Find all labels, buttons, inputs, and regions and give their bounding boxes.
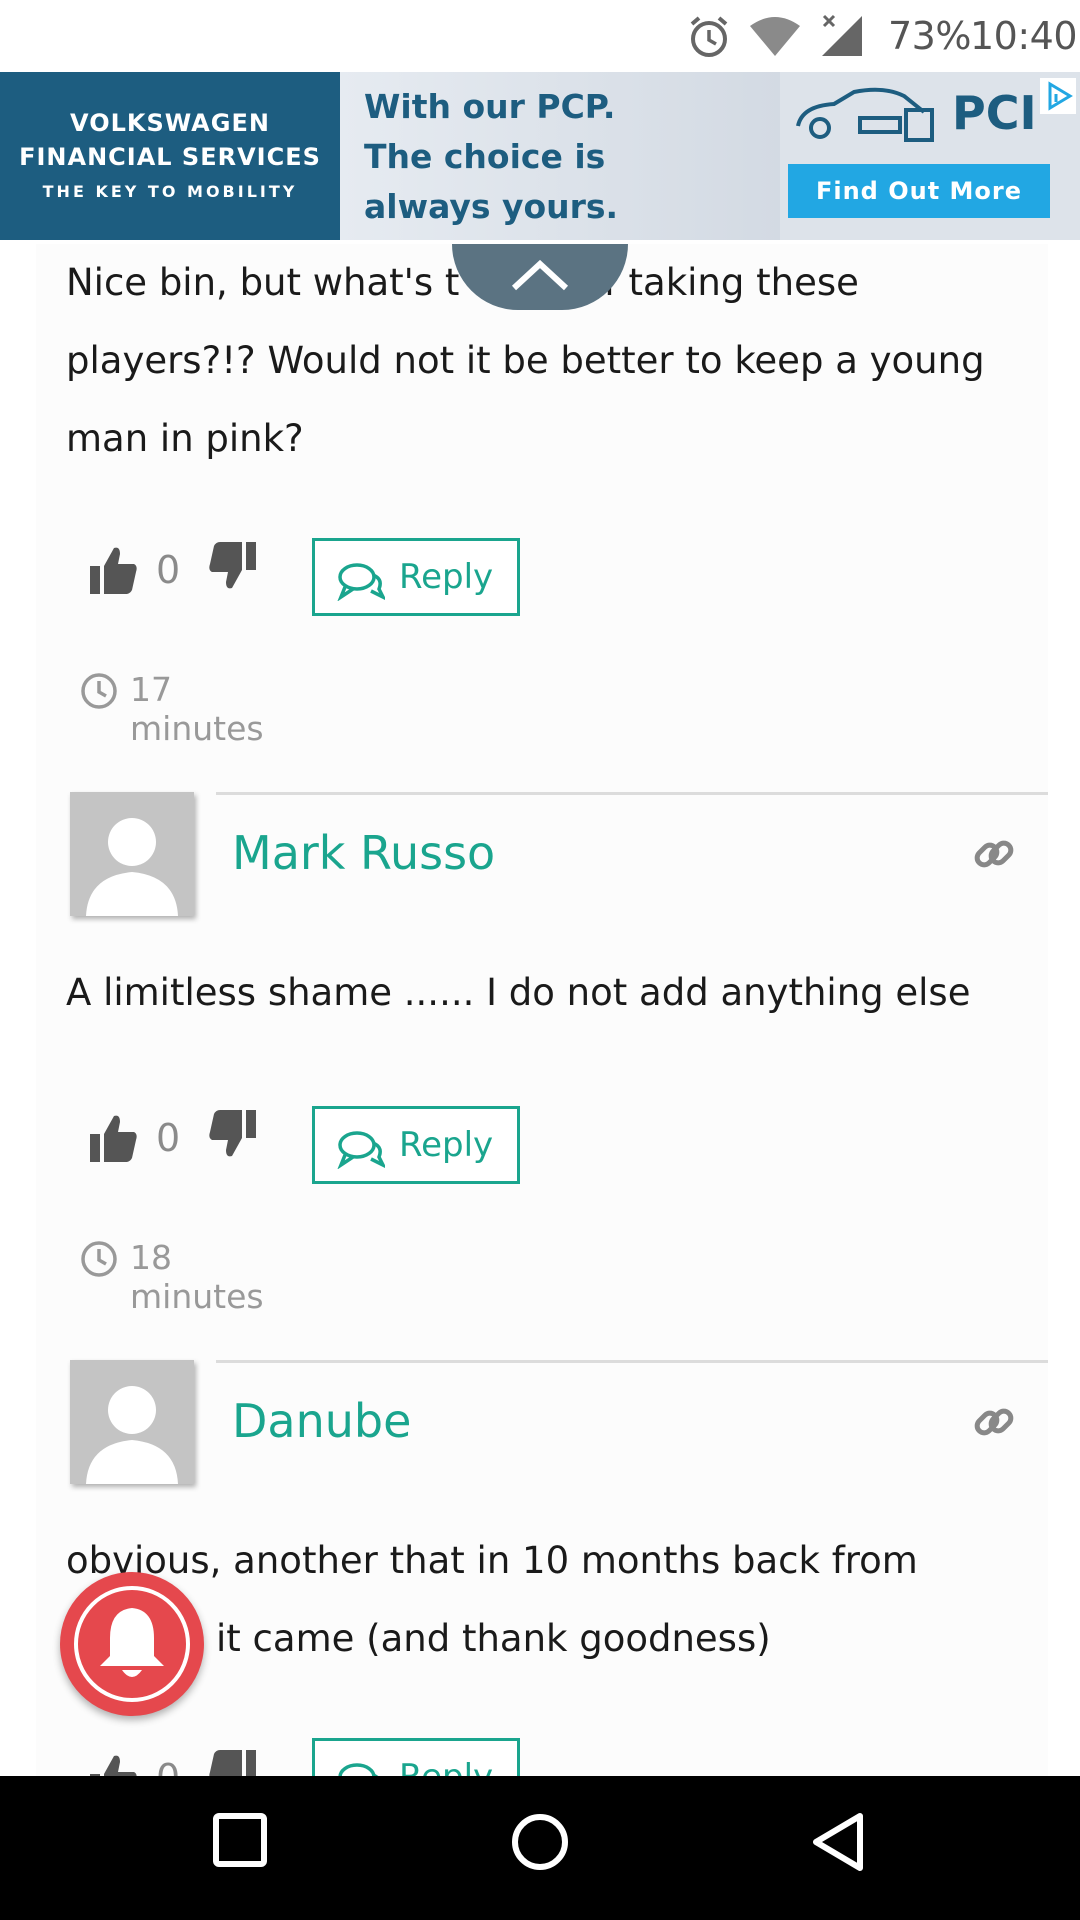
alarm-icon bbox=[690, 16, 728, 57]
user-placeholder-icon bbox=[86, 818, 178, 916]
comment-text-line: Nice bin, but what's t bbox=[66, 261, 460, 304]
thumbs-up-icon[interactable] bbox=[88, 544, 140, 596]
recents-icon[interactable] bbox=[212, 1812, 268, 1868]
clock-icon bbox=[81, 673, 117, 709]
comment-header: Danube bbox=[36, 1360, 1048, 1490]
comment-card: Nice bin, but what's t nt of taking these… bbox=[36, 244, 1048, 787]
reply-button[interactable]: Reply bbox=[312, 1106, 520, 1184]
comment-text-line: obvious, another that in 10 months back … bbox=[66, 1539, 918, 1582]
ad-brand-line2: FINANCIAL SERVICES bbox=[19, 143, 321, 171]
car-key-icon bbox=[796, 87, 934, 142]
author-name[interactable]: Mark Russo bbox=[232, 826, 495, 880]
ad-banner[interactable]: VOLKSWAGEN FINANCIAL SERVICES THE KEY TO… bbox=[0, 72, 1080, 240]
thumbs-up-icon[interactable] bbox=[88, 1112, 140, 1164]
ad-copy-line1: With our PCP. bbox=[364, 87, 616, 126]
ad-tagline: THE KEY TO MOBILITY bbox=[42, 182, 298, 201]
divider bbox=[216, 1360, 1048, 1363]
vote-count: 0 bbox=[156, 548, 181, 592]
thumbs-down-icon[interactable] bbox=[206, 1108, 258, 1160]
ad-brand-line1: VOLKSWAGEN bbox=[70, 109, 270, 137]
ad-copy-line3: always yours. bbox=[364, 187, 619, 226]
ad-copy-line2: The choice is bbox=[364, 137, 606, 176]
ad-cta-panel: PCI Find Out More bbox=[780, 72, 1080, 240]
chevron-up-icon bbox=[511, 259, 569, 291]
notification-bell-button[interactable] bbox=[60, 1572, 204, 1716]
status-bar: 73% 10:40 bbox=[0, 0, 1080, 72]
comment-text-line: it came (and thank goodness) bbox=[216, 1617, 771, 1660]
comment-text-line: players?!? Would not it be better to kee… bbox=[66, 339, 985, 382]
chat-bubbles-icon bbox=[337, 563, 385, 601]
comment-header: Mark Russo bbox=[36, 792, 1048, 922]
chat-bubbles-icon bbox=[337, 1131, 385, 1169]
permalink-icon[interactable] bbox=[972, 832, 1016, 876]
ad-find-out-more-button[interactable]: Find Out More bbox=[788, 164, 1050, 218]
reply-label: Reply bbox=[399, 557, 494, 597]
navigation-bar bbox=[0, 1776, 1080, 1920]
signal-icon bbox=[822, 14, 862, 56]
divider bbox=[216, 792, 1048, 795]
clock-icon bbox=[81, 1241, 117, 1277]
comment-card: Mark Russo A limitless shame ...... I do… bbox=[36, 760, 1048, 1355]
ad-product: PCI bbox=[952, 86, 1037, 140]
avatar[interactable] bbox=[70, 1360, 194, 1484]
wifi-icon bbox=[750, 17, 800, 56]
reply-label: Reply bbox=[399, 1125, 494, 1165]
comment-text: obvious, another that in 10 months back … bbox=[66, 1522, 1046, 1678]
reply-button[interactable]: Reply bbox=[312, 538, 520, 616]
status-time: 10:40 bbox=[970, 14, 1078, 58]
comment-text-line: A limitless shame ...... I do not add an… bbox=[66, 971, 971, 1014]
thumbs-down-icon[interactable] bbox=[206, 540, 258, 592]
user-placeholder-icon bbox=[86, 1386, 178, 1484]
avatar[interactable] bbox=[70, 792, 194, 916]
adchoices-icon[interactable] bbox=[1040, 78, 1076, 114]
comment-text: A limitless shame ...... I do not add an… bbox=[66, 954, 1046, 1032]
ad-copy-panel: With our PCP. The choice is always yours… bbox=[340, 72, 780, 240]
battery-level: 73% bbox=[888, 14, 971, 58]
comment-card: Danube obvious, another that in 10 month… bbox=[36, 1328, 1048, 1816]
ad-brand-panel: VOLKSWAGEN FINANCIAL SERVICES THE KEY TO… bbox=[0, 72, 340, 240]
author-name[interactable]: Danube bbox=[232, 1394, 411, 1448]
back-icon[interactable] bbox=[810, 1812, 866, 1872]
permalink-icon[interactable] bbox=[972, 1400, 1016, 1444]
comment-text-line: man in pink? bbox=[66, 417, 304, 460]
home-icon[interactable] bbox=[510, 1812, 570, 1872]
bell-icon bbox=[100, 1608, 164, 1677]
vote-count: 0 bbox=[156, 1116, 181, 1160]
